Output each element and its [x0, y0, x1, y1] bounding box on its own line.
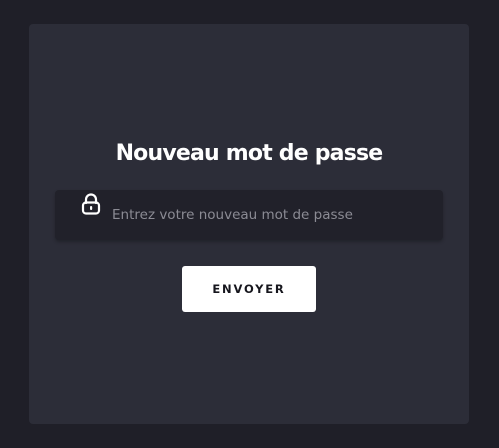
password-field-wrapper	[55, 190, 443, 240]
page-title: Nouveau mot de passe	[115, 141, 384, 166]
reset-password-card: Nouveau mot de passe ENVOYER	[29, 24, 469, 424]
page: Nouveau mot de passe ENVOYER	[0, 0, 499, 448]
lock-icon	[81, 193, 101, 215]
new-password-input[interactable]	[112, 190, 432, 240]
submit-button[interactable]: ENVOYER	[182, 266, 316, 312]
